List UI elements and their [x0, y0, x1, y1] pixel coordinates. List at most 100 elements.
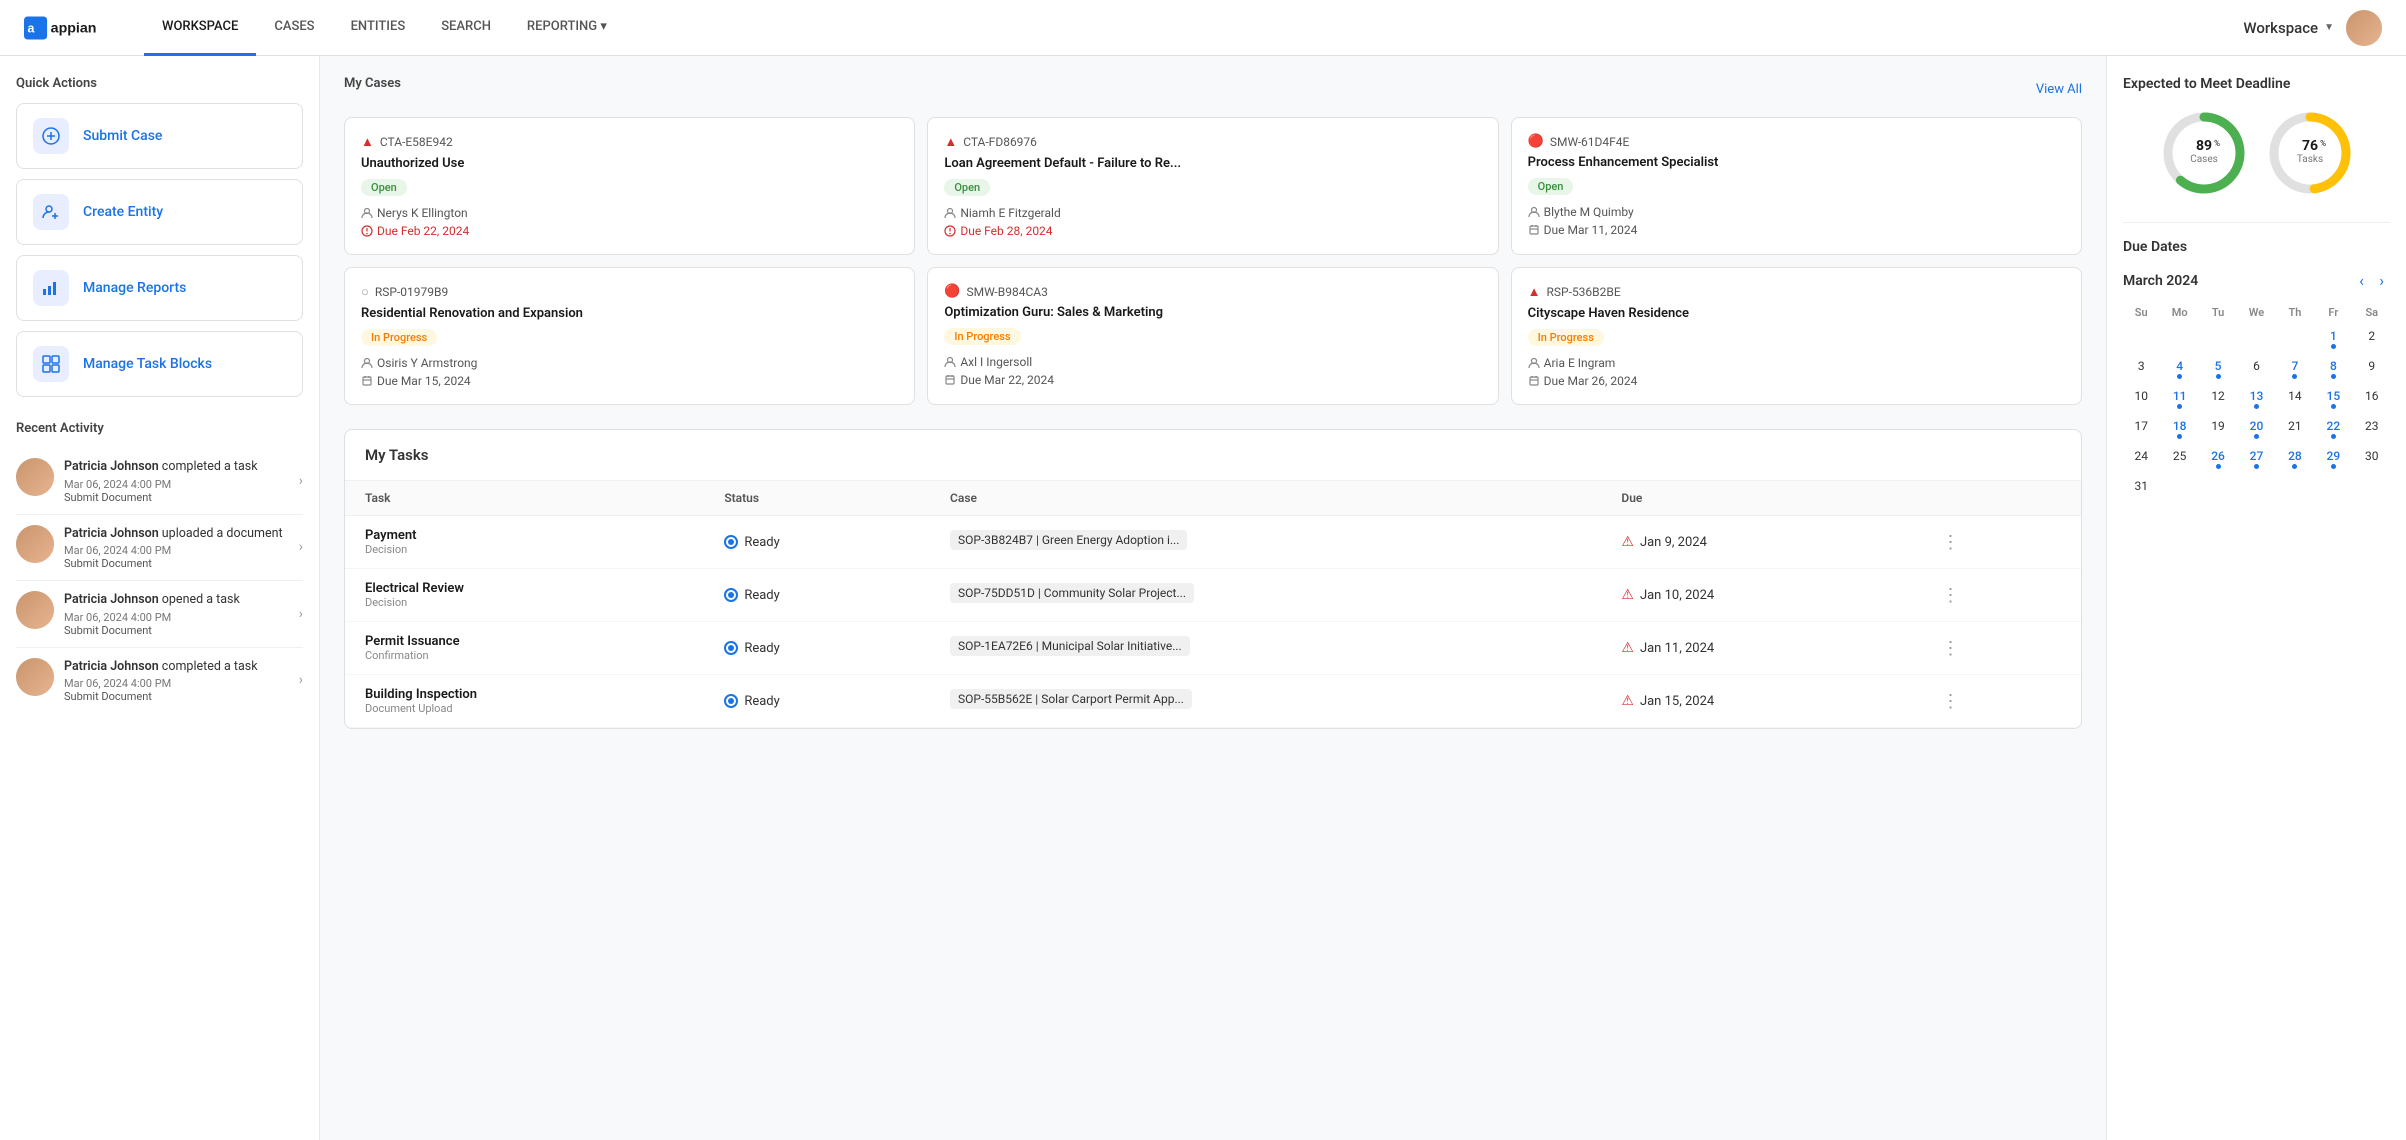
- cal-day-30[interactable]: 30: [2354, 445, 2390, 473]
- case-id-1: CTA-FD86976: [963, 135, 1037, 149]
- cal-day-6[interactable]: 6: [2238, 355, 2274, 383]
- cal-day-26[interactable]: 26: [2200, 445, 2236, 473]
- case-card-2[interactable]: 🔴 SMW-61D4F4E Process Enhancement Specia…: [1511, 117, 2082, 255]
- cases-donut-chart: 89 % Cases: [2159, 108, 2249, 198]
- manage-reports-button[interactable]: Manage Reports: [16, 255, 303, 321]
- calendar-next-button[interactable]: ›: [2373, 269, 2390, 292]
- cal-day-19[interactable]: 19: [2200, 415, 2236, 443]
- cal-header-mo: Mo: [2161, 302, 2197, 323]
- task-type-3: Document Upload: [365, 702, 684, 715]
- cal-day-1[interactable]: 1: [2315, 325, 2351, 353]
- case-id-row-2: 🔴 SMW-61D4F4E: [1528, 134, 2065, 149]
- task-row-3[interactable]: Building Inspection Document Upload Read…: [345, 675, 2081, 728]
- case-id-row-5: ▲ RSP-536B2BE: [1528, 284, 2065, 300]
- svg-text:%: %: [2320, 139, 2326, 148]
- cal-day-4[interactable]: 4: [2161, 355, 2197, 383]
- cal-day-20[interactable]: 20: [2238, 415, 2274, 443]
- case-card-3[interactable]: ○ RSP-01979B9 Residential Renovation and…: [344, 267, 915, 405]
- cal-day-24[interactable]: 24: [2123, 445, 2159, 473]
- cal-day-22[interactable]: 22: [2315, 415, 2351, 443]
- create-entity-button[interactable]: Create Entity: [16, 179, 303, 245]
- cal-day-31[interactable]: 31: [2123, 475, 2159, 497]
- submit-case-button[interactable]: Submit Case: [16, 103, 303, 169]
- top-navigation: a appian WORKSPACE CASES ENTITIES SEARCH…: [0, 0, 2406, 56]
- task-more-btn-0[interactable]: ⋮: [1935, 530, 1965, 555]
- task-status-cell-1: Ready: [704, 569, 930, 622]
- col-case: Case: [930, 481, 1601, 516]
- workspace-dropdown[interactable]: Workspace ▼: [2243, 19, 2334, 37]
- activity-item-0[interactable]: Patricia Johnson completed a task Mar 06…: [16, 448, 303, 515]
- view-all-cases-link[interactable]: View All: [2036, 82, 2082, 97]
- case-card-5[interactable]: ▲ RSP-536B2BE Cityscape Haven Residence …: [1511, 267, 2082, 405]
- cal-day-12[interactable]: 12: [2200, 385, 2236, 413]
- case-card-4[interactable]: 🔴 SMW-B984CA3 Optimization Guru: Sales &…: [927, 267, 1498, 405]
- manage-reports-label: Manage Reports: [83, 280, 186, 296]
- task-more-btn-3[interactable]: ⋮: [1935, 689, 1965, 714]
- cal-day-10[interactable]: 10: [2123, 385, 2159, 413]
- cal-day-27[interactable]: 27: [2238, 445, 2274, 473]
- task-due-3: ⚠ Jan 15, 2024: [1621, 693, 1895, 709]
- nav-search[interactable]: SEARCH: [423, 0, 509, 56]
- activity-doc-3: Submit Document: [64, 690, 289, 703]
- due-date-3: Jan 15, 2024: [1640, 694, 1714, 709]
- cal-day-9[interactable]: 9: [2354, 355, 2390, 383]
- cal-day-28[interactable]: 28: [2277, 445, 2313, 473]
- cal-day-11[interactable]: 11: [2161, 385, 2197, 413]
- svg-text:appian: appian: [51, 20, 97, 36]
- nav-cases[interactable]: CASES: [256, 0, 332, 56]
- cal-day-15[interactable]: 15: [2315, 385, 2351, 413]
- manage-task-blocks-button[interactable]: Manage Task Blocks: [16, 331, 303, 397]
- cal-day-13[interactable]: 13: [2238, 385, 2274, 413]
- case-id-3: RSP-01979B9: [375, 285, 448, 299]
- cal-day-29[interactable]: 29: [2315, 445, 2351, 473]
- case-card-1[interactable]: ▲ CTA-FD86976 Loan Agreement Default - F…: [927, 117, 1498, 255]
- cal-day-5[interactable]: 5: [2200, 355, 2236, 383]
- panel-divider: [2123, 222, 2390, 223]
- case-due-1: Due Feb 28, 2024: [944, 224, 1481, 238]
- cal-day-18[interactable]: 18: [2161, 415, 2197, 443]
- task-name-2: Permit Issuance: [365, 634, 684, 649]
- app-logo[interactable]: a appian: [24, 14, 104, 42]
- case-assignee-0: Nerys K Ellington: [361, 206, 898, 220]
- cal-day-8[interactable]: 8: [2315, 355, 2351, 383]
- task-type-1: Decision: [365, 596, 684, 609]
- cal-day-3[interactable]: 3: [2123, 355, 2159, 383]
- cal-day-2[interactable]: 2: [2354, 325, 2390, 353]
- cal-day-23[interactable]: 23: [2354, 415, 2390, 443]
- calendar-nav: ‹ ›: [2353, 271, 2390, 290]
- cal-day-17[interactable]: 17: [2123, 415, 2159, 443]
- activity-item-2[interactable]: Patricia Johnson opened a task Mar 06, 2…: [16, 581, 303, 648]
- cal-header-fr: Fr: [2315, 302, 2351, 323]
- case-assignee-5: Aria E Ingram: [1528, 356, 2065, 370]
- task-more-cell-1: ⋮: [1915, 569, 2081, 622]
- nav-workspace[interactable]: WORKSPACE: [144, 0, 256, 56]
- calendar-grid: Su Mo Tu We Th Fr Sa 1 2 3 4 5 6: [2123, 302, 2390, 497]
- activity-item-3[interactable]: Patricia Johnson completed a task Mar 06…: [16, 648, 303, 714]
- task-more-btn-1[interactable]: ⋮: [1935, 583, 1965, 608]
- activity-item-1[interactable]: Patricia Johnson uploaded a document Mar…: [16, 515, 303, 582]
- task-case-badge-0: SOP-3B824B7 | Green Energy Adoption i...: [950, 530, 1187, 550]
- col-task: Task: [345, 481, 704, 516]
- cal-day-16[interactable]: 16: [2354, 385, 2390, 413]
- task-more-btn-2[interactable]: ⋮: [1935, 636, 1965, 661]
- cal-day-21[interactable]: 21: [2277, 415, 2313, 443]
- manage-task-blocks-icon: [33, 346, 69, 382]
- user-avatar[interactable]: [2346, 10, 2382, 46]
- activity-text-2: Patricia Johnson opened a task: [64, 591, 289, 609]
- my-tasks-title: My Tasks: [345, 430, 2081, 481]
- task-row-2[interactable]: Permit Issuance Confirmation Ready SOP-1…: [345, 622, 2081, 675]
- calendar-prev-button[interactable]: ‹: [2353, 269, 2370, 292]
- cal-header-sa: Sa: [2354, 302, 2390, 323]
- task-due-0: ⚠ Jan 9, 2024: [1621, 534, 1895, 550]
- cal-day-25[interactable]: 25: [2161, 445, 2197, 473]
- task-row-0[interactable]: Payment Decision Ready SOP-3B824B7 | Gre…: [345, 516, 2081, 569]
- calendar: March 2024 ‹ › Su Mo Tu We Th Fr Sa: [2123, 271, 2390, 497]
- activity-content-2: Patricia Johnson opened a task Mar 06, 2…: [64, 591, 289, 637]
- nav-entities[interactable]: ENTITIES: [333, 0, 424, 56]
- case-card-0[interactable]: ▲ CTA-E58E942 Unauthorized Use Open Nery…: [344, 117, 915, 255]
- task-row-1[interactable]: Electrical Review Decision Ready SOP-75D…: [345, 569, 2081, 622]
- status-label-0: Ready: [744, 535, 779, 550]
- cal-day-14[interactable]: 14: [2277, 385, 2313, 413]
- cal-day-7[interactable]: 7: [2277, 355, 2313, 383]
- nav-reporting[interactable]: REPORTING ▾: [509, 0, 625, 56]
